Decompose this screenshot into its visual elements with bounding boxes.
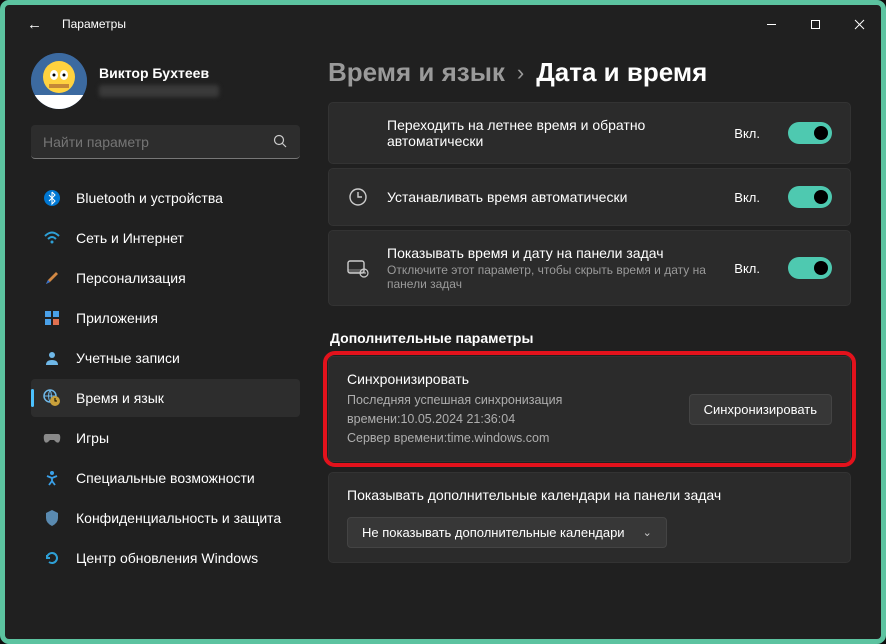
sync-last-success: Последняя успешная синхронизация времени… <box>347 391 671 429</box>
update-icon <box>43 549 61 567</box>
sidebar-item-accounts[interactable]: Учетные записи <box>31 339 300 377</box>
sidebar-item-personalization[interactable]: Персонализация <box>31 259 300 297</box>
sidebar-item-accessibility[interactable]: Специальные возможности <box>31 459 300 497</box>
back-button[interactable]: ← <box>27 16 42 33</box>
sidebar-item-gaming[interactable]: Игры <box>31 419 300 457</box>
dropdown-selected: Не показывать дополнительные календари <box>362 525 625 540</box>
sidebar-item-label: Время и язык <box>76 390 164 406</box>
sidebar-item-label: Приложения <box>76 310 158 326</box>
section-additional-heading: Дополнительные параметры <box>330 330 851 346</box>
wifi-icon <box>43 229 61 247</box>
sidebar-item-label: Bluetooth и устройства <box>76 190 223 206</box>
sidebar-item-label: Игры <box>76 430 109 446</box>
card-title: Устанавливать время автоматически <box>387 189 716 205</box>
card-dst: Переходить на летнее время и обратно авт… <box>328 102 851 164</box>
username: Виктор Бухтеев <box>99 65 219 81</box>
sidebar-item-bluetooth[interactable]: Bluetooth и устройства <box>31 179 300 217</box>
breadcrumb: Время и язык › Дата и время <box>328 57 851 88</box>
sync-title: Синхронизировать <box>347 371 671 387</box>
dst-toggle[interactable] <box>788 122 832 144</box>
globe-clock-icon <box>43 389 61 407</box>
toggle-state-label: Вкл. <box>734 261 760 276</box>
autotime-toggle[interactable] <box>788 186 832 208</box>
apps-icon <box>43 309 61 327</box>
breadcrumb-separator: › <box>517 60 524 86</box>
taskbar-icon <box>347 257 369 279</box>
sidebar-item-apps[interactable]: Приложения <box>31 299 300 337</box>
bluetooth-icon <box>43 189 61 207</box>
titlebar: ← Параметры <box>5 5 881 43</box>
minimize-button[interactable] <box>749 9 793 39</box>
sidebar-item-update[interactable]: Центр обновления Windows <box>31 539 300 577</box>
breadcrumb-parent[interactable]: Время и язык <box>328 57 505 88</box>
sidebar: Виктор Бухтеев Bluetooth и устройства <box>5 43 310 637</box>
taskbar-clock-toggle[interactable] <box>788 257 832 279</box>
toggle-state-label: Вкл. <box>734 126 760 141</box>
sidebar-item-time-language[interactable]: Время и язык <box>31 379 300 417</box>
person-icon <box>43 349 61 367</box>
gamepad-icon <box>43 429 61 447</box>
breadcrumb-current: Дата и время <box>536 57 707 88</box>
card-title: Показывать время и дату на панели задач <box>387 245 716 261</box>
brush-icon <box>43 269 61 287</box>
sidebar-item-label: Конфиденциальность и защита <box>76 510 281 526</box>
sidebar-item-privacy[interactable]: Конфиденциальность и защита <box>31 499 300 537</box>
card-additional-calendars: Показывать дополнительные календари на п… <box>328 472 851 563</box>
additional-calendars-dropdown[interactable]: Не показывать дополнительные календари ⌄ <box>347 517 667 548</box>
toggle-state-label: Вкл. <box>734 190 760 205</box>
card-subtitle: Отключите этот параметр, чтобы скрыть вр… <box>387 263 716 291</box>
sidebar-item-label: Учетные записи <box>76 350 180 366</box>
user-email-blurred <box>99 85 219 97</box>
sidebar-item-label: Центр обновления Windows <box>76 550 258 566</box>
sidebar-item-network[interactable]: Сеть и Интернет <box>31 219 300 257</box>
close-button[interactable] <box>837 9 881 39</box>
sidebar-item-label: Сеть и Интернет <box>76 230 184 246</box>
sidebar-item-label: Персонализация <box>76 270 186 286</box>
search-input[interactable] <box>31 125 300 159</box>
avatar <box>31 53 87 109</box>
clock-icon <box>347 186 369 208</box>
sync-server: Сервер времени:time.windows.com <box>347 429 671 448</box>
profile-block[interactable]: Виктор Бухтеев <box>31 53 300 109</box>
accessibility-icon <box>43 469 61 487</box>
sidebar-item-label: Специальные возможности <box>76 470 255 486</box>
app-title: Параметры <box>62 17 126 31</box>
main-panel: Время и язык › Дата и время Переходить н… <box>310 43 881 637</box>
card-title: Переходить на летнее время и обратно авт… <box>387 117 716 149</box>
maximize-button[interactable] <box>793 9 837 39</box>
shield-icon <box>43 509 61 527</box>
card-taskbar-clock: Показывать время и дату на панели задач … <box>328 230 851 306</box>
chevron-down-icon: ⌄ <box>643 526 652 539</box>
search-icon <box>273 134 288 152</box>
sync-now-button[interactable]: Синхронизировать <box>689 394 832 425</box>
card-sync: Синхронизировать Последняя успешная синх… <box>328 356 851 462</box>
card-title: Показывать дополнительные календари на п… <box>347 487 832 503</box>
card-autotime: Устанавливать время автоматически Вкл. <box>328 168 851 226</box>
search-box <box>31 125 300 159</box>
